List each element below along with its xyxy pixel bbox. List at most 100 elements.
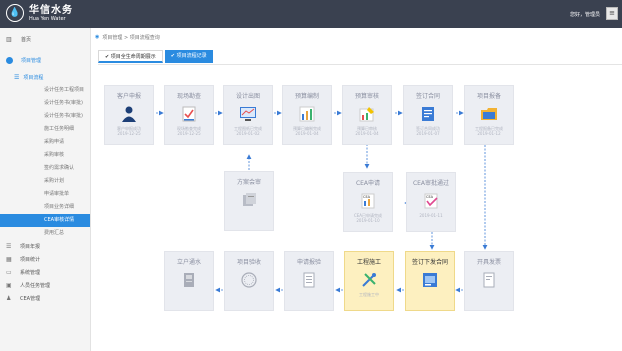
sidebar-item-home[interactable]: ▥ 首页: [0, 28, 90, 50]
flow-step[interactable]: 立户通水: [164, 251, 214, 311]
flow-step-title: 客户申报: [116, 93, 141, 100]
flow-step-title: 方案会审: [236, 179, 261, 186]
sidebar-menu-label: 人员任务管理: [20, 283, 51, 289]
sidebar-item[interactable]: 设计任务书(审批): [0, 110, 90, 123]
logo[interactable]: 💧 华信水务 Hua Yen Water: [6, 4, 73, 22]
flow-step-title: 立户通水: [176, 259, 201, 266]
svg-text:CEA: CEA: [363, 195, 371, 199]
flow-step[interactable]: 签订合同 签订合同成功 2019-01-07: [403, 85, 453, 145]
flow-step-title: 预算编制: [294, 93, 319, 100]
invoice-icon: [480, 271, 498, 289]
user-group-icon: ▣: [6, 282, 12, 289]
flow-step-title: 设计出图: [235, 93, 260, 100]
section-dot-icon: [6, 56, 13, 64]
list-icon: ☰: [6, 243, 12, 250]
contract-icon: [419, 105, 437, 123]
flow-step[interactable]: 现场勘查 现场勘查完成 2019-12-25: [164, 85, 214, 145]
edit-chart-icon: [358, 105, 376, 123]
stamp-icon: [240, 271, 258, 289]
sidebar-item[interactable]: CEA审核详情: [0, 214, 90, 227]
sidebar-menu-label: 系统管理: [20, 270, 41, 276]
flow-step-date: 2019-01-12: [477, 131, 501, 136]
tab-bar: ✔ 项目全生命周期展示 ✔ 项目流程记录: [98, 50, 213, 63]
sidebar-item-label: 首页: [21, 36, 32, 43]
flow-step-title: CEA申请: [355, 180, 381, 187]
tools-icon: [360, 271, 378, 289]
check-doc-icon: [180, 105, 198, 123]
bar-chart-icon: [298, 105, 316, 123]
flow-step-date: 2019-01-07: [416, 131, 440, 136]
flow-step-title: 现场勘查: [176, 93, 201, 100]
sidebar-menu[interactable]: ▣ 人员任务管理: [0, 279, 90, 292]
flow-step[interactable]: 设计出图 工程图纸已完成 2019-01-02: [223, 85, 273, 145]
flow-step[interactable]: 工程施工 工程施工中: [344, 251, 394, 311]
flow-step[interactable]: 开具发票: [464, 251, 514, 311]
cea-approve-icon: CEA: [422, 192, 440, 210]
sidebar-item[interactable]: 采购申请: [0, 136, 90, 149]
sidebar-menu[interactable]: ▭ 系统管理: [0, 266, 90, 279]
flow-step-title: 申请报验: [296, 259, 321, 266]
logo-drop-icon: 💧: [6, 4, 24, 22]
chart-icon: ▥: [6, 35, 12, 43]
chart-icon: ▦: [6, 256, 12, 263]
sidebar-item[interactable]: 设计任务工程项目: [0, 84, 90, 97]
sidebar-item[interactable]: 项目业务详细: [0, 201, 90, 214]
sidebar-menu-label: 项目统计: [20, 257, 41, 263]
sidebar-item[interactable]: 签约需求确认: [0, 162, 90, 175]
flow-step[interactable]: 项目报备 工程报备已完成 2019-01-12: [464, 85, 514, 145]
top-bar: 💧 华信水务 Hua Yen Water 您好，管理员 ≡: [0, 0, 622, 28]
sidebar-menu[interactable]: ☰ 项目年报: [0, 240, 90, 253]
monitor-chart-icon: [239, 105, 257, 123]
sidebar-item[interactable]: 申请审批单: [0, 188, 90, 201]
breadcrumb-text: 项目管理 > 项目流程查询: [102, 34, 160, 41]
flow-step[interactable]: 预算审核 预算已审核 2019-01-04: [342, 85, 392, 145]
sidebar-item[interactable]: 采购审核: [0, 149, 90, 162]
svg-text:CEA: CEA: [426, 195, 434, 199]
breadcrumb: ◉ 项目管理 > 项目流程查询: [91, 30, 622, 44]
user-icon: [120, 105, 138, 123]
meter-icon: [180, 271, 198, 289]
divider: [98, 64, 622, 65]
sidebar: ▥ 首页 项目管理 ☰ 项目流程 设计任务工程项目 设计任务书(审批) 设计任务书(…: [0, 28, 91, 351]
sidebar-menu[interactable]: ♟ CEA管理: [0, 292, 90, 305]
folder-icon: [480, 105, 498, 123]
sidebar-section-project[interactable]: 项目管理: [0, 50, 90, 70]
sidebar-section-label: 项目管理: [21, 57, 42, 64]
document-icon: [300, 271, 318, 289]
sidebar-item[interactable]: 施工任务明细: [0, 123, 90, 136]
sidebar-subsection-label: 项目流程: [23, 74, 44, 81]
flow-step-title: 项目验收: [236, 259, 261, 266]
flow-step-date: 2019-01-10: [356, 218, 380, 223]
tab-lifecycle[interactable]: ✔ 项目全生命周期展示: [98, 50, 163, 63]
sidebar-item[interactable]: 采购计划: [0, 175, 90, 188]
flow-step-date: 2019-01-04: [295, 131, 319, 136]
flow-step[interactable]: 项目验收: [224, 251, 274, 311]
tab-flow-record[interactable]: ✔ 项目流程记录: [164, 50, 213, 63]
flow-step[interactable]: 签订下发合同: [405, 251, 455, 311]
flow-step-title: 工程施工: [356, 259, 381, 266]
flow-step[interactable]: 客户申报 客户申报成功 2019-12-25: [104, 85, 154, 145]
list-icon: ☰: [14, 73, 20, 81]
flow-step[interactable]: 申请报验: [284, 251, 334, 311]
sidebar-item[interactable]: 费用汇总: [0, 227, 90, 240]
flow-step-status: 工程施工中: [359, 292, 379, 297]
monitor-icon: ▭: [6, 269, 12, 276]
flow-step-title: 签订下发合同: [411, 259, 448, 266]
flow-step[interactable]: CEA审批通过 CEA 2019-01-11: [406, 172, 456, 232]
flow-step[interactable]: 预算编制 预算已编制完成 2019-01-04: [282, 85, 332, 145]
sidebar-item[interactable]: 设计任务书(审批): [0, 97, 90, 110]
flow-step[interactable]: CEA申请 CEA CEA已申请完成 2019-01-10: [343, 172, 393, 232]
flow-step-title: CEA审批通过: [412, 180, 450, 187]
user-icon: ♟: [6, 295, 12, 302]
avatar[interactable]: ≡: [606, 7, 618, 20]
flow-step[interactable]: 方案会审: [224, 171, 274, 231]
review-icon: [240, 191, 258, 209]
user-greeting[interactable]: 您好，管理员: [570, 11, 600, 18]
sidebar-subsection-flow[interactable]: ☰ 项目流程: [0, 70, 90, 84]
flow-step-title: 项目报备: [476, 93, 501, 100]
flow-step-date: 2019-12-25: [177, 131, 201, 136]
flow-step-date: 2019-12-25: [117, 131, 141, 136]
sidebar-menu-label: 项目年报: [20, 244, 41, 250]
sidebar-menu[interactable]: ▦ 项目统计: [0, 253, 90, 266]
flow-step-title: 预算审核: [354, 93, 379, 100]
